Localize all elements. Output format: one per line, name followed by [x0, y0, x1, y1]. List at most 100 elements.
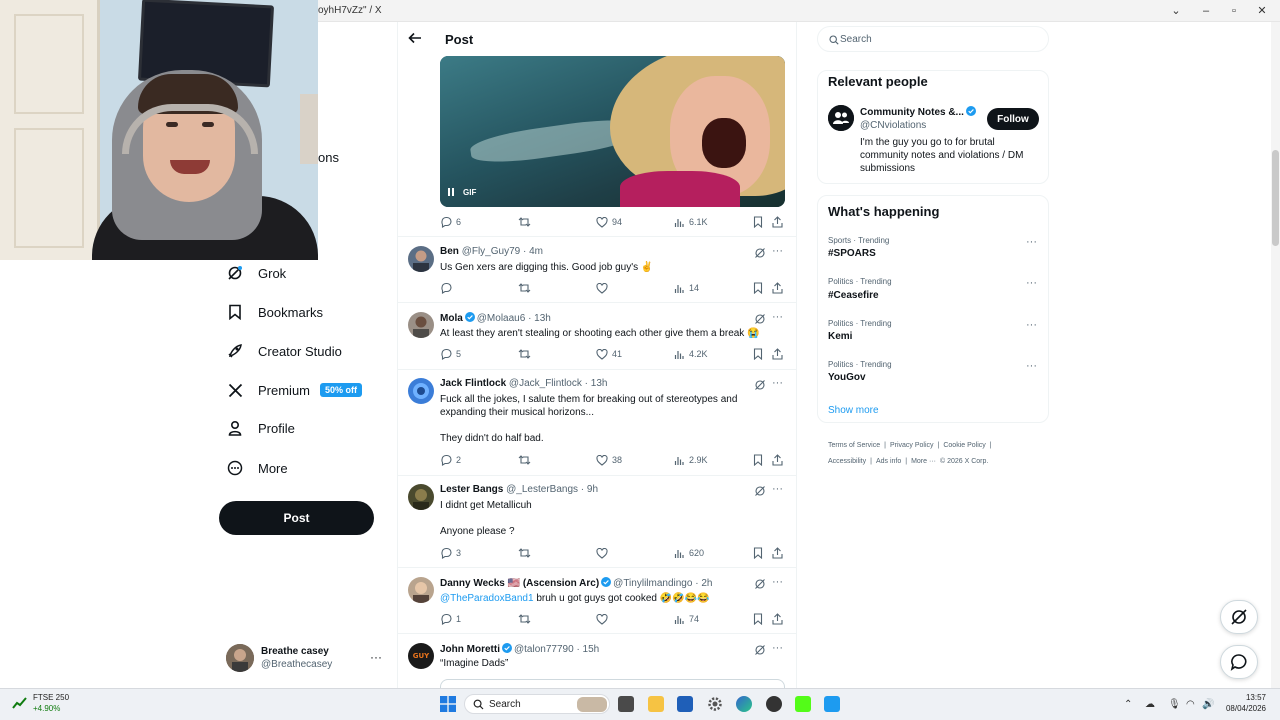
- grok-explain-icon[interactable]: [754, 247, 766, 259]
- views-button[interactable]: 2.9K: [674, 453, 708, 467]
- stock-chart-icon[interactable]: [12, 696, 28, 710]
- person-name[interactable]: Community Notes &...: [860, 106, 978, 118]
- reply-button[interactable]: 2: [440, 453, 461, 467]
- footer-link[interactable]: Accessibility: [828, 458, 866, 465]
- trend-more-icon[interactable]: ···: [1026, 360, 1037, 372]
- account-more-icon[interactable]: ···: [370, 650, 382, 664]
- show-more-link[interactable]: Show more: [828, 405, 879, 416]
- reply-item[interactable]: GUY John Moretti @talon77790 · 15h ··· “I…: [398, 641, 796, 691]
- reply-button[interactable]: 5: [440, 347, 461, 361]
- trend-more-icon[interactable]: ···: [1026, 236, 1037, 248]
- back-arrow-icon[interactable]: [408, 31, 422, 45]
- trend-more-icon[interactable]: ···: [1026, 277, 1037, 289]
- mention-link[interactable]: @TheParadoxBand1: [440, 593, 534, 604]
- task-view-icon[interactable]: [618, 696, 634, 712]
- minimize-icon[interactable]: –: [1198, 3, 1214, 19]
- grok-explain-icon[interactable]: [754, 485, 766, 497]
- avatar[interactable]: [408, 484, 434, 510]
- nav-item-profile[interactable]: Profile: [226, 414, 295, 442]
- views-button[interactable]: 620: [674, 546, 704, 560]
- repost-button[interactable]: [518, 546, 535, 560]
- more-options-icon[interactable]: ···: [772, 245, 783, 257]
- trend-item[interactable]: #Ceasefire: [828, 290, 879, 301]
- pause-icon[interactable]: [446, 187, 456, 197]
- post-button[interactable]: Post: [219, 501, 374, 535]
- close-icon[interactable]: ✕: [1254, 3, 1270, 19]
- wifi-icon[interactable]: ◠: [1186, 699, 1195, 710]
- bookmark-button[interactable]: [753, 215, 767, 229]
- share-button[interactable]: [772, 453, 787, 467]
- trend-item[interactable]: Kemi: [828, 331, 852, 342]
- views-button[interactable]: 74: [674, 612, 699, 626]
- grok-explain-icon[interactable]: [754, 644, 766, 656]
- like-button[interactable]: [596, 612, 612, 626]
- cloud-sync-icon[interactable]: ☁: [1145, 699, 1155, 710]
- nav-item-bookmarks[interactable]: Bookmarks: [226, 298, 323, 326]
- edge-browser-icon[interactable]: [736, 696, 752, 712]
- nav-item-more[interactable]: More: [226, 454, 288, 482]
- repost-button[interactable]: [518, 612, 535, 626]
- windows-start-icon[interactable]: [440, 696, 456, 712]
- restore-icon[interactable]: ▫: [1226, 3, 1242, 19]
- like-button[interactable]: [596, 281, 612, 295]
- repost-button[interactable]: [518, 453, 535, 467]
- nav-item-creator-studio[interactable]: Creator Studio: [226, 337, 342, 365]
- avatar[interactable]: [408, 378, 434, 404]
- avatar[interactable]: [408, 577, 434, 603]
- bookmark-button[interactable]: [753, 546, 767, 560]
- repost-button[interactable]: [518, 215, 535, 229]
- obs-icon[interactable]: [766, 696, 782, 712]
- messages-fab-button[interactable]: [1220, 645, 1258, 679]
- reply-button[interactable]: 3: [440, 546, 461, 560]
- like-button[interactable]: 38: [596, 453, 622, 467]
- avatar[interactable]: [408, 246, 434, 272]
- nav-item-premium[interactable]: Premium 50% off: [226, 376, 363, 404]
- search-placeholder[interactable]: Search: [840, 34, 872, 45]
- trend-more-icon[interactable]: ···: [1026, 319, 1037, 331]
- repost-button[interactable]: [518, 347, 535, 361]
- reply-item[interactable]: Danny Wecks 🇺🇸 (Ascension Arc) @Tinylilma…: [398, 575, 796, 635]
- share-button[interactable]: [772, 215, 787, 229]
- more-options-icon[interactable]: ···: [772, 483, 783, 495]
- grok-explain-icon[interactable]: [754, 379, 766, 391]
- more-options-icon[interactable]: ···: [772, 311, 783, 323]
- more-options-icon[interactable]: ···: [772, 642, 783, 654]
- microphone-icon[interactable]: 🎙: [1168, 699, 1181, 710]
- tray-chevron-icon[interactable]: ⌃: [1124, 699, 1132, 710]
- like-button[interactable]: 41: [596, 347, 622, 361]
- footer-link[interactable]: Cookie Policy: [943, 442, 985, 449]
- window-chevron-icon[interactable]: ⌄: [1168, 3, 1184, 19]
- reply-button[interactable]: [440, 281, 456, 295]
- follow-button[interactable]: Follow: [987, 108, 1039, 130]
- twitter-app-icon[interactable]: [824, 696, 840, 712]
- like-button[interactable]: [596, 546, 612, 560]
- views-button[interactable]: 14: [674, 281, 699, 295]
- share-button[interactable]: [772, 612, 787, 626]
- grok-fab-button[interactable]: [1220, 600, 1258, 634]
- search-box[interactable]: Search: [817, 26, 1049, 52]
- gif-controls[interactable]: GIF: [446, 185, 476, 199]
- page-scrollbar[interactable]: [1271, 22, 1280, 688]
- reply-button[interactable]: 1: [440, 612, 461, 626]
- reply-item[interactable]: Ben @Fly_Guy79 · 4m ··· Us Gen xers are …: [398, 244, 796, 306]
- footer-link[interactable]: Privacy Policy: [890, 442, 934, 449]
- footer-link[interactable]: More ···: [911, 458, 936, 465]
- grok-explain-icon[interactable]: [754, 313, 766, 325]
- views-button[interactable]: 6.1K: [674, 215, 708, 229]
- views-button[interactable]: 4.2K: [674, 347, 708, 361]
- footer-link[interactable]: Terms of Service: [828, 442, 880, 449]
- trend-item[interactable]: #SPOARS: [828, 248, 876, 259]
- more-options-icon[interactable]: ···: [772, 576, 783, 588]
- bookmark-button[interactable]: [753, 347, 767, 361]
- post-gif-media[interactable]: [440, 56, 785, 207]
- reply-item[interactable]: Mola @Molaau6 · 13h ··· At least they are…: [398, 310, 796, 370]
- clock-date[interactable]: 08/04/2026: [1222, 704, 1266, 713]
- bookmark-button[interactable]: [753, 612, 767, 626]
- ftse-widget-name[interactable]: FTSE 250: [33, 693, 69, 702]
- kick-app-icon[interactable]: [795, 696, 811, 712]
- speaker-icon[interactable]: 🔊: [1202, 699, 1214, 710]
- avatar[interactable]: [408, 312, 434, 338]
- share-button[interactable]: [772, 546, 787, 560]
- like-button[interactable]: 94: [596, 215, 622, 229]
- bookmark-button[interactable]: [753, 281, 767, 295]
